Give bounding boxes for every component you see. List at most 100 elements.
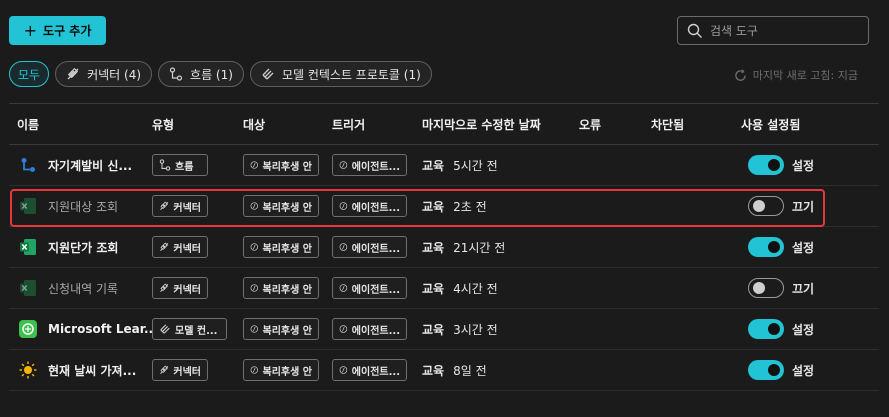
tool-name: 자기계발비 신...	[48, 158, 133, 173]
target-cell: 복리후생 안	[243, 350, 319, 390]
enabled-toggle[interactable]	[748, 237, 784, 257]
table-header: 이름 유형 대상 트리거 마지막으로 수정한 날짜 오류 차단됨 사용 설정됨	[9, 103, 879, 145]
type-cell: 커넥터	[152, 350, 208, 390]
filter-connectors[interactable]: 커넥터 (4)	[55, 61, 153, 87]
tool-name-cell[interactable]: Microsoft Lear...	[19, 309, 158, 349]
search-box[interactable]	[677, 16, 869, 45]
code-icon	[250, 325, 258, 333]
tool-name: 현재 날씨 가져...	[48, 363, 137, 378]
refresh-text: 마지막 새로 고침: 지금	[752, 69, 858, 82]
table-row[interactable]: 지원대상 조회 커넥터 복리후생 안 에이전트... 교육 2초 전 끄기	[9, 186, 879, 227]
target-cell: 복리후생 안	[243, 145, 319, 185]
type-cell: 모델 컨...	[152, 309, 227, 349]
type-tag: 모델 컨...	[152, 318, 227, 340]
target-tag: 복리후생 안	[243, 236, 319, 258]
target-tag: 복리후생 안	[243, 154, 319, 176]
enabled-label: 설정	[792, 240, 815, 255]
target-tag: 복리후생 안	[243, 195, 319, 217]
target-cell: 복리후생 안	[243, 186, 319, 226]
modified-time: 8일 전	[453, 363, 487, 378]
target-label: 복리후생 안	[262, 325, 312, 337]
enabled-toggle[interactable]	[748, 360, 784, 380]
code-icon	[339, 284, 348, 292]
type-label: 커넥터	[173, 243, 201, 255]
tool-name: 지원단가 조회	[48, 240, 119, 255]
column-name[interactable]: 이름	[17, 116, 39, 133]
code-icon	[250, 161, 258, 169]
environment-label: 교육	[422, 281, 445, 296]
code-icon	[250, 366, 258, 374]
flow-icon	[19, 156, 37, 174]
sun-icon	[19, 361, 37, 379]
modified-time: 3시간 전	[453, 322, 498, 337]
filter-flows[interactable]: 흐름 (1)	[158, 61, 244, 87]
column-modified[interactable]: 마지막으로 수정한 날짜	[422, 116, 541, 133]
enabled-toggle[interactable]	[748, 319, 784, 339]
column-trigger[interactable]: 트리거	[332, 116, 365, 133]
environment-label: 교육	[422, 158, 445, 173]
enabled-cell: 설정	[748, 227, 814, 267]
target-label: 복리후생 안	[262, 284, 312, 296]
trigger-tag: 에이전트...	[332, 318, 407, 340]
connector-icon	[160, 201, 169, 211]
connector-icon	[160, 242, 169, 252]
table-row[interactable]: 지원단가 조회 커넥터 복리후생 안 에이전트... 교육 21시간 전 설정	[9, 227, 879, 268]
tools-table: 이름 유형 대상 트리거 마지막으로 수정한 날짜 오류 차단됨 사용 설정됨 …	[9, 103, 879, 391]
enabled-toggle[interactable]	[748, 278, 784, 298]
modified-cell: 교육 3시간 전	[422, 309, 498, 349]
column-enabled[interactable]: 사용 설정됨	[741, 116, 800, 133]
table-row[interactable]: 현재 날씨 가져... 커넥터 복리후생 안 에이전트... 교육 8일 전 설…	[9, 350, 879, 391]
modified-cell: 교육 21시간 전	[422, 227, 505, 267]
table-row[interactable]: 자기계발비 신... 흐름 복리후생 안 에이전트... 교육 5시간 전 설정	[9, 145, 879, 186]
filter-mcp[interactable]: 모델 컨텍스트 프로토콜 (1)	[249, 61, 432, 87]
trigger-label: 에이전트...	[351, 161, 400, 173]
tool-name-cell[interactable]: 자기계발비 신...	[19, 145, 132, 185]
type-tag: 흐름	[152, 154, 208, 176]
trigger-cell: 에이전트...	[332, 145, 407, 185]
tool-name: 지원대상 조회	[48, 199, 119, 214]
target-cell: 복리후생 안	[243, 268, 319, 308]
environment-label: 교육	[422, 199, 445, 214]
enabled-toggle[interactable]	[748, 155, 784, 175]
type-cell: 커넥터	[152, 186, 208, 226]
enabled-label: 끄기	[792, 199, 815, 214]
connector-icon	[67, 67, 79, 80]
trigger-label: 에이전트...	[351, 325, 400, 337]
column-blocked[interactable]: 차단됨	[651, 116, 684, 133]
tool-name-cell[interactable]: 지원대상 조회	[19, 186, 118, 226]
filter-flows-label: 흐름 (1)	[190, 67, 233, 82]
search-input[interactable]	[710, 23, 860, 38]
type-tag: 커넥터	[152, 236, 208, 258]
code-icon	[339, 243, 348, 251]
tool-name-cell[interactable]: 신청내역 기록	[19, 268, 118, 308]
tool-name-cell[interactable]: 현재 날씨 가져...	[19, 350, 136, 390]
tool-name-cell[interactable]: 지원단가 조회	[19, 227, 118, 267]
mcp-icon	[262, 68, 274, 80]
table-row[interactable]: 신청내역 기록 커넥터 복리후생 안 에이전트... 교육 4시간 전 끄기	[9, 268, 879, 309]
refresh-icon	[734, 68, 746, 81]
table-row[interactable]: Microsoft Lear... 모델 컨... 복리후생 안 에이전트...…	[9, 309, 879, 350]
trigger-tag: 에이전트...	[332, 277, 407, 299]
enabled-cell: 끄기	[748, 186, 814, 226]
add-tool-label: 도구 추가	[43, 24, 92, 38]
refresh-status[interactable]: 마지막 새로 고침: 지금	[734, 67, 858, 83]
enabled-label: 설정	[792, 158, 815, 173]
filter-all[interactable]: 모두	[9, 61, 50, 87]
filter-connectors-label: 커넥터 (4)	[87, 67, 142, 82]
type-tag: 커넥터	[152, 359, 208, 381]
mcp-icon	[160, 324, 170, 334]
column-errors[interactable]: 오류	[579, 116, 601, 133]
trigger-cell: 에이전트...	[332, 268, 407, 308]
enabled-toggle[interactable]	[748, 196, 784, 216]
type-tag: 커넥터	[152, 195, 208, 217]
type-label: 커넥터	[173, 202, 201, 214]
connector-icon	[160, 283, 169, 293]
code-icon	[250, 202, 258, 210]
enabled-cell: 끄기	[748, 268, 814, 308]
column-type[interactable]: 유형	[152, 116, 174, 133]
code-icon	[250, 284, 258, 292]
tool-name: 신청내역 기록	[48, 281, 119, 296]
target-label: 복리후생 안	[262, 161, 312, 173]
add-tool-button[interactable]: + 도구 추가	[9, 16, 106, 45]
column-target[interactable]: 대상	[243, 116, 265, 133]
